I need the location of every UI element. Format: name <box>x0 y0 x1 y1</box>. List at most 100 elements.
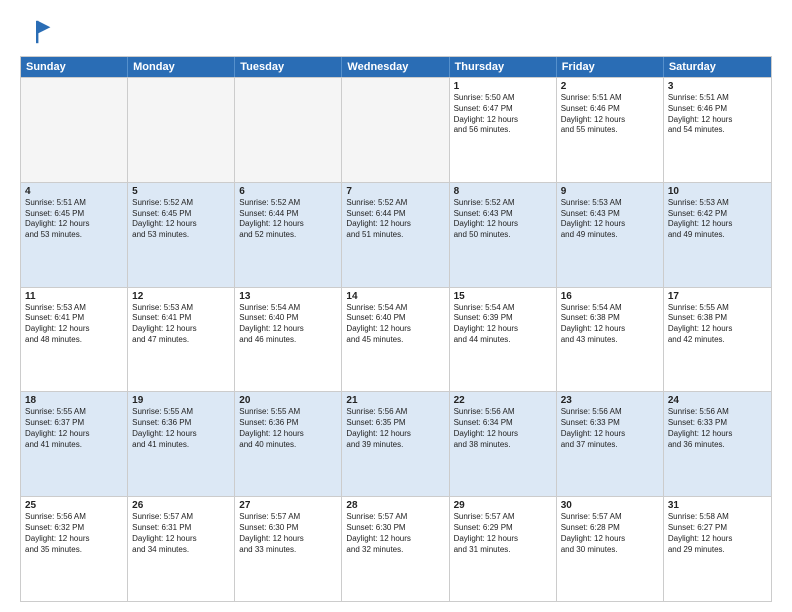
day-cell-8: 8Sunrise: 5:52 AM Sunset: 6:43 PM Daylig… <box>450 183 557 287</box>
cell-details: Sunrise: 5:51 AM Sunset: 6:45 PM Dayligh… <box>25 198 123 241</box>
day-number: 25 <box>25 500 123 511</box>
cell-details: Sunrise: 5:54 AM Sunset: 6:39 PM Dayligh… <box>454 303 552 346</box>
cell-details: Sunrise: 5:54 AM Sunset: 6:40 PM Dayligh… <box>239 303 337 346</box>
cell-details: Sunrise: 5:52 AM Sunset: 6:45 PM Dayligh… <box>132 198 230 241</box>
calendar: SundayMondayTuesdayWednesdayThursdayFrid… <box>20 56 772 602</box>
cell-details: Sunrise: 5:52 AM Sunset: 6:44 PM Dayligh… <box>346 198 444 241</box>
cell-details: Sunrise: 5:53 AM Sunset: 6:42 PM Dayligh… <box>668 198 767 241</box>
day-number: 22 <box>454 395 552 406</box>
day-cell-19: 19Sunrise: 5:55 AM Sunset: 6:36 PM Dayli… <box>128 392 235 496</box>
day-number: 26 <box>132 500 230 511</box>
day-number: 24 <box>668 395 767 406</box>
day-cell-6: 6Sunrise: 5:52 AM Sunset: 6:44 PM Daylig… <box>235 183 342 287</box>
day-number: 4 <box>25 186 123 197</box>
day-cell-14: 14Sunrise: 5:54 AM Sunset: 6:40 PM Dayli… <box>342 288 449 392</box>
empty-cell <box>342 78 449 182</box>
day-number: 23 <box>561 395 659 406</box>
calendar-row-2: 4Sunrise: 5:51 AM Sunset: 6:45 PM Daylig… <box>21 182 771 287</box>
empty-cell <box>128 78 235 182</box>
header-day-thursday: Thursday <box>450 57 557 77</box>
cell-details: Sunrise: 5:56 AM Sunset: 6:33 PM Dayligh… <box>668 407 767 450</box>
header <box>20 16 772 48</box>
day-number: 3 <box>668 81 767 92</box>
cell-details: Sunrise: 5:55 AM Sunset: 6:37 PM Dayligh… <box>25 407 123 450</box>
cell-details: Sunrise: 5:56 AM Sunset: 6:35 PM Dayligh… <box>346 407 444 450</box>
day-cell-28: 28Sunrise: 5:57 AM Sunset: 6:30 PM Dayli… <box>342 497 449 601</box>
day-number: 1 <box>454 81 552 92</box>
calendar-row-5: 25Sunrise: 5:56 AM Sunset: 6:32 PM Dayli… <box>21 496 771 601</box>
day-cell-4: 4Sunrise: 5:51 AM Sunset: 6:45 PM Daylig… <box>21 183 128 287</box>
day-number: 30 <box>561 500 659 511</box>
day-cell-9: 9Sunrise: 5:53 AM Sunset: 6:43 PM Daylig… <box>557 183 664 287</box>
day-number: 14 <box>346 291 444 302</box>
day-number: 2 <box>561 81 659 92</box>
day-number: 18 <box>25 395 123 406</box>
day-cell-1: 1Sunrise: 5:50 AM Sunset: 6:47 PM Daylig… <box>450 78 557 182</box>
cell-details: Sunrise: 5:52 AM Sunset: 6:44 PM Dayligh… <box>239 198 337 241</box>
day-number: 8 <box>454 186 552 197</box>
day-number: 20 <box>239 395 337 406</box>
day-number: 15 <box>454 291 552 302</box>
day-cell-25: 25Sunrise: 5:56 AM Sunset: 6:32 PM Dayli… <box>21 497 128 601</box>
day-cell-21: 21Sunrise: 5:56 AM Sunset: 6:35 PM Dayli… <box>342 392 449 496</box>
cell-details: Sunrise: 5:56 AM Sunset: 6:32 PM Dayligh… <box>25 512 123 555</box>
header-day-saturday: Saturday <box>664 57 771 77</box>
day-number: 6 <box>239 186 337 197</box>
day-number: 7 <box>346 186 444 197</box>
cell-details: Sunrise: 5:55 AM Sunset: 6:38 PM Dayligh… <box>668 303 767 346</box>
day-number: 13 <box>239 291 337 302</box>
day-number: 11 <box>25 291 123 302</box>
logo-area <box>20 16 56 48</box>
cell-details: Sunrise: 5:57 AM Sunset: 6:28 PM Dayligh… <box>561 512 659 555</box>
cell-details: Sunrise: 5:53 AM Sunset: 6:43 PM Dayligh… <box>561 198 659 241</box>
calendar-row-1: 1Sunrise: 5:50 AM Sunset: 6:47 PM Daylig… <box>21 77 771 182</box>
day-cell-18: 18Sunrise: 5:55 AM Sunset: 6:37 PM Dayli… <box>21 392 128 496</box>
day-cell-16: 16Sunrise: 5:54 AM Sunset: 6:38 PM Dayli… <box>557 288 664 392</box>
day-number: 29 <box>454 500 552 511</box>
cell-details: Sunrise: 5:58 AM Sunset: 6:27 PM Dayligh… <box>668 512 767 555</box>
calendar-row-4: 18Sunrise: 5:55 AM Sunset: 6:37 PM Dayli… <box>21 391 771 496</box>
day-cell-27: 27Sunrise: 5:57 AM Sunset: 6:30 PM Dayli… <box>235 497 342 601</box>
cell-details: Sunrise: 5:54 AM Sunset: 6:40 PM Dayligh… <box>346 303 444 346</box>
day-cell-11: 11Sunrise: 5:53 AM Sunset: 6:41 PM Dayli… <box>21 288 128 392</box>
cell-details: Sunrise: 5:57 AM Sunset: 6:31 PM Dayligh… <box>132 512 230 555</box>
day-cell-7: 7Sunrise: 5:52 AM Sunset: 6:44 PM Daylig… <box>342 183 449 287</box>
day-cell-12: 12Sunrise: 5:53 AM Sunset: 6:41 PM Dayli… <box>128 288 235 392</box>
day-number: 16 <box>561 291 659 302</box>
day-cell-5: 5Sunrise: 5:52 AM Sunset: 6:45 PM Daylig… <box>128 183 235 287</box>
cell-details: Sunrise: 5:51 AM Sunset: 6:46 PM Dayligh… <box>668 93 767 136</box>
cell-details: Sunrise: 5:57 AM Sunset: 6:29 PM Dayligh… <box>454 512 552 555</box>
cell-details: Sunrise: 5:51 AM Sunset: 6:46 PM Dayligh… <box>561 93 659 136</box>
empty-cell <box>21 78 128 182</box>
calendar-row-3: 11 Sunrise: 5:53 AM Sunset: 6:41 PM Dayli… <box>21 287 771 392</box>
day-cell-26: 26Sunrise: 5:57 AM Sunset: 6:31 PM Dayli… <box>128 497 235 601</box>
day-cell-30: 30Sunrise: 5:57 AM Sunset: 6:28 PM Dayli… <box>557 497 664 601</box>
cell-details: Sunrise: 5:55 AM Sunset: 6:36 PM Dayligh… <box>132 407 230 450</box>
page: SundayMondayTuesdayWednesdayThursdayFrid… <box>0 0 792 612</box>
cell-details: Sunrise: 5:56 AM Sunset: 6:33 PM Dayligh… <box>561 407 659 450</box>
logo-icon <box>20 16 52 48</box>
day-cell-10: 10Sunrise: 5:53 AM Sunset: 6:42 PM Dayli… <box>664 183 771 287</box>
day-number: 27 <box>239 500 337 511</box>
day-number: 21 <box>346 395 444 406</box>
empty-cell <box>235 78 342 182</box>
day-number: 12 <box>132 291 230 302</box>
day-cell-22: 22Sunrise: 5:56 AM Sunset: 6:34 PM Dayli… <box>450 392 557 496</box>
cell-details: Sunrise: 5:53 AM Sunset: 6:41 PM Dayligh… <box>132 303 230 346</box>
calendar-header: SundayMondayTuesdayWednesdayThursdayFrid… <box>21 57 771 77</box>
cell-details: Sunrise: 5:52 AM Sunset: 6:43 PM Dayligh… <box>454 198 552 241</box>
day-cell-29: 29Sunrise: 5:57 AM Sunset: 6:29 PM Dayli… <box>450 497 557 601</box>
cell-details: Sunrise: 5:57 AM Sunset: 6:30 PM Dayligh… <box>239 512 337 555</box>
cell-details: Sunrise: 5:56 AM Sunset: 6:34 PM Dayligh… <box>454 407 552 450</box>
cell-details: Sunrise: 5:55 AM Sunset: 6:36 PM Dayligh… <box>239 407 337 450</box>
cell-details: Sunrise: 5:54 AM Sunset: 6:38 PM Dayligh… <box>561 303 659 346</box>
cell-details: Sunrise: 5:57 AM Sunset: 6:30 PM Dayligh… <box>346 512 444 555</box>
day-number: 19 <box>132 395 230 406</box>
calendar-body: 1Sunrise: 5:50 AM Sunset: 6:47 PM Daylig… <box>21 77 771 601</box>
day-number: 9 <box>561 186 659 197</box>
day-cell-3: 3Sunrise: 5:51 AM Sunset: 6:46 PM Daylig… <box>664 78 771 182</box>
day-number: 17 <box>668 291 767 302</box>
day-number: 10 <box>668 186 767 197</box>
day-cell-2: 2Sunrise: 5:51 AM Sunset: 6:46 PM Daylig… <box>557 78 664 182</box>
day-number: 5 <box>132 186 230 197</box>
